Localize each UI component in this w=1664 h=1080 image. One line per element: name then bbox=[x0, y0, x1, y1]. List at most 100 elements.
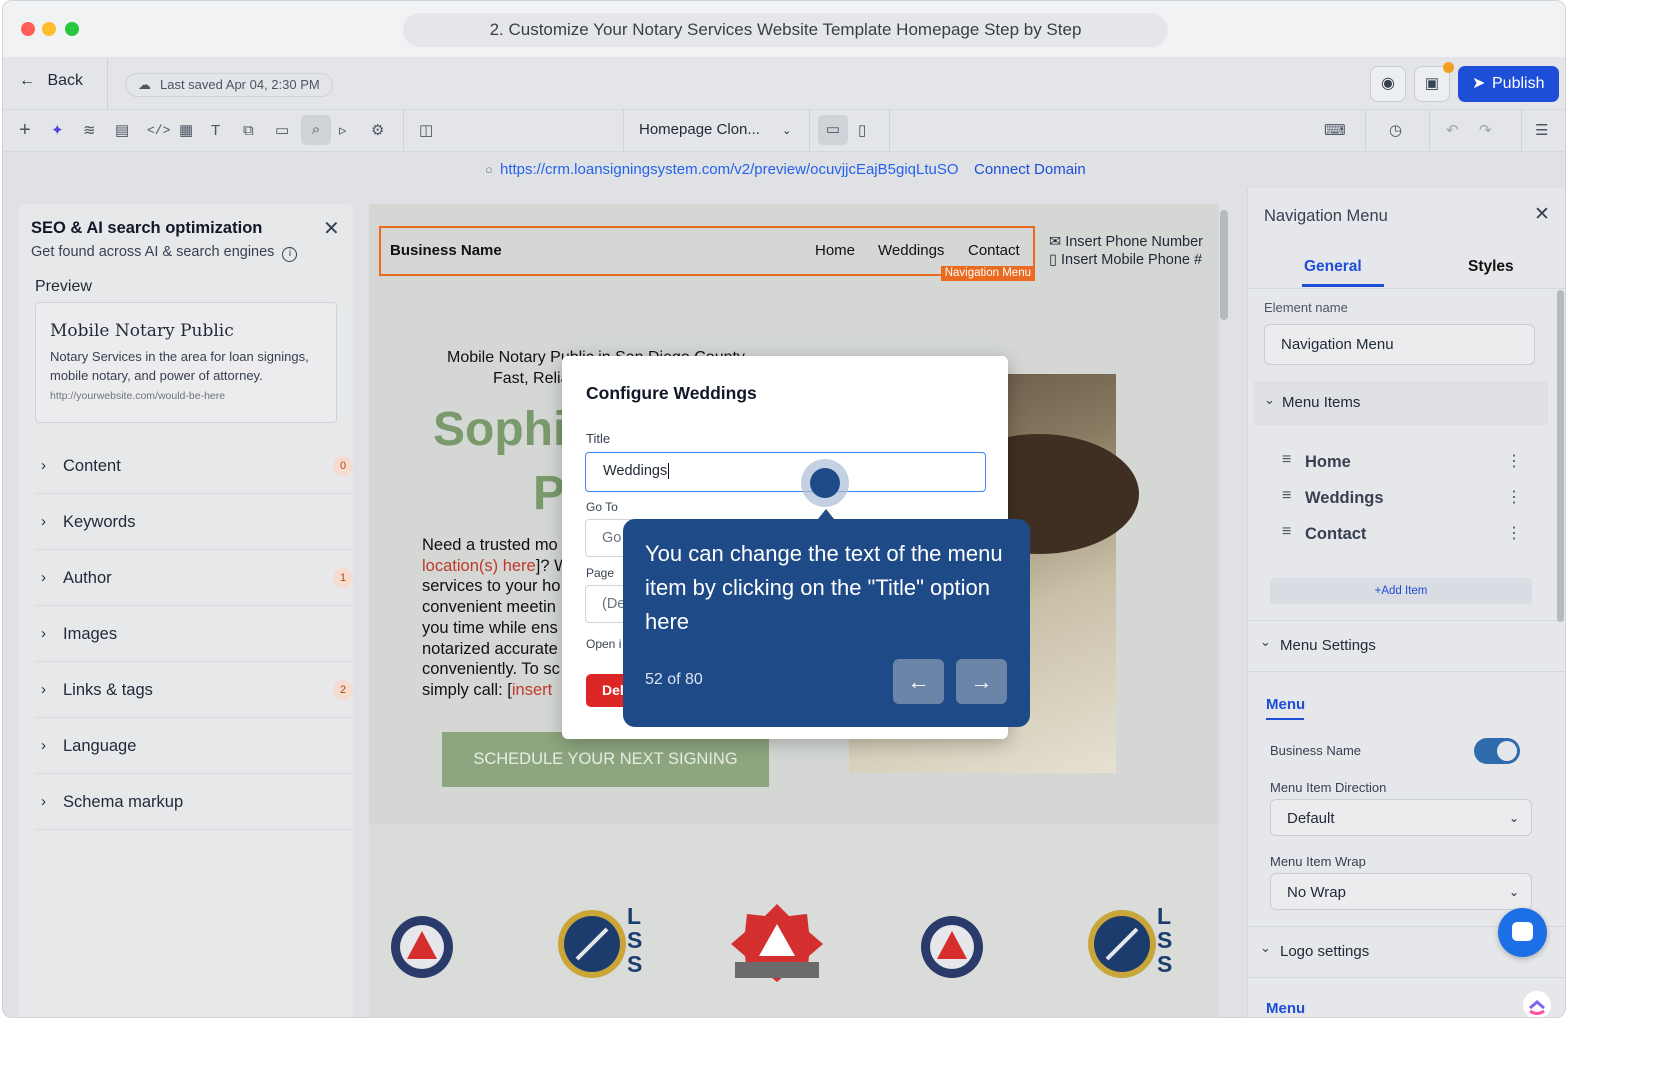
divider bbox=[107, 58, 108, 110]
menu-settings-header[interactable]: ⌄ Menu Settings bbox=[1248, 620, 1565, 672]
chat-button[interactable] bbox=[1498, 908, 1547, 957]
cloud-off-icon: ☁ bbox=[138, 77, 151, 92]
menu-items-label: Menu Items bbox=[1282, 394, 1361, 411]
previous-step-button[interactable]: ← bbox=[893, 659, 944, 704]
preview-button[interactable]: ◉ bbox=[1370, 66, 1406, 102]
paint-icon[interactable]: ▦ bbox=[179, 122, 193, 140]
publish-button[interactable]: ➤ Publish bbox=[1458, 66, 1559, 102]
section-badge: 2 bbox=[333, 680, 353, 700]
divider bbox=[1429, 110, 1430, 152]
drag-handle-icon[interactable]: ≡ bbox=[1282, 487, 1291, 505]
nav-link-contact[interactable]: Contact bbox=[968, 242, 1020, 259]
direction-select[interactable]: Default ⌄ bbox=[1270, 799, 1532, 836]
undo-icon[interactable]: ↶ bbox=[1446, 122, 1459, 140]
browser-window: 2. Customize Your Notary Services Websit… bbox=[2, 0, 1566, 1018]
tab-styles[interactable]: Styles bbox=[1468, 258, 1514, 276]
menu-item-home[interactable]: ≡ Home ⋮ bbox=[1248, 451, 1548, 475]
section-label: Content bbox=[63, 457, 121, 475]
goto-label: Go To bbox=[586, 500, 618, 514]
more-options-icon[interactable]: ⋮ bbox=[1506, 451, 1522, 471]
page-select[interactable]: Homepage Clon... ⌄ bbox=[639, 121, 791, 138]
seo-section-images[interactable]: › Images bbox=[35, 606, 353, 662]
wrap-select[interactable]: No Wrap ⌄ bbox=[1270, 873, 1532, 910]
chevron-right-icon: › bbox=[41, 681, 46, 698]
eye-icon: ◉ bbox=[1381, 75, 1395, 92]
next-step-button[interactable]: → bbox=[956, 659, 1007, 704]
tab-general[interactable]: General bbox=[1304, 258, 1362, 276]
navigation-menu-element[interactable]: Business Name Home Weddings Contact Navi… bbox=[379, 226, 1035, 281]
seo-section-content[interactable]: › Content 0 bbox=[35, 438, 353, 494]
schedule-cta-button[interactable]: SCHEDULE YOUR NEXT SIGNING bbox=[442, 732, 769, 787]
maximize-window-button[interactable] bbox=[65, 22, 79, 36]
mobile-view-icon[interactable]: ▯ bbox=[858, 122, 866, 140]
modal-title: Configure Weddings bbox=[586, 383, 757, 403]
chevron-right-icon: › bbox=[41, 625, 46, 642]
add-item-button[interactable]: +Add Item bbox=[1270, 578, 1532, 604]
seo-section-links-tags[interactable]: › Links & tags 2 bbox=[35, 662, 353, 718]
more-options-icon[interactable]: ⋮ bbox=[1506, 523, 1522, 543]
preview-description: Notary Services in the area for loan sig… bbox=[50, 349, 309, 383]
pages-icon[interactable]: ▤ bbox=[115, 122, 129, 140]
ai-sparkle-icon[interactable]: ✦ bbox=[51, 122, 64, 140]
chevron-right-icon: › bbox=[41, 569, 46, 586]
panel-scrollbar[interactable] bbox=[1557, 290, 1564, 622]
section-label: Schema markup bbox=[63, 793, 184, 811]
shapes-icon[interactable]: ⧉ bbox=[243, 122, 254, 140]
close-icon[interactable]: ✕ bbox=[1534, 203, 1550, 226]
section-badge: 0 bbox=[333, 456, 353, 476]
media-icon[interactable]: ▭ bbox=[275, 122, 289, 140]
close-icon[interactable]: ✕ bbox=[323, 216, 340, 241]
terminal-icon[interactable]: ▹ bbox=[339, 122, 347, 140]
divider bbox=[1248, 288, 1565, 289]
history-icon[interactable]: ◷ bbox=[1389, 122, 1402, 140]
layers-icon[interactable]: ≋ bbox=[83, 122, 96, 140]
preview-url: http://yourwebsite.com/would-be-here bbox=[50, 390, 226, 402]
mobile-text: Insert Mobile Phone # bbox=[1061, 252, 1203, 268]
phone-text: Insert Phone Number bbox=[1065, 234, 1204, 250]
seo-icon[interactable]: ⌕ bbox=[301, 115, 331, 145]
preview-url-link[interactable]: https://crm.loansigningsystem.com/v2/pre… bbox=[500, 152, 959, 188]
minimize-window-button[interactable] bbox=[42, 22, 56, 36]
text-icon[interactable]: T bbox=[211, 122, 220, 140]
info-icon[interactable]: i bbox=[282, 247, 298, 262]
back-button[interactable]: ← Back bbox=[19, 72, 83, 90]
canvas-scrollbar[interactable] bbox=[1220, 210, 1228, 320]
add-element-icon[interactable]: + bbox=[19, 120, 31, 140]
title-input[interactable]: Weddings bbox=[585, 452, 986, 492]
menu-item-weddings[interactable]: ≡ Weddings ⋮ bbox=[1248, 487, 1548, 511]
nav-link-home[interactable]: Home bbox=[815, 242, 855, 259]
keyboard-icon[interactable]: ⌨ bbox=[1324, 122, 1346, 140]
seo-section-schema-markup[interactable]: › Schema markup bbox=[35, 774, 353, 830]
connect-domain-link[interactable]: Connect Domain bbox=[974, 152, 1086, 188]
seo-subtitle: Get found across AI & search engines i bbox=[31, 244, 298, 262]
arrow-left-icon: ← bbox=[907, 669, 930, 694]
business-name-toggle[interactable] bbox=[1474, 738, 1520, 764]
menu-items-header[interactable]: ⌄ Menu Items bbox=[1254, 381, 1548, 425]
drag-handle-icon[interactable]: ≡ bbox=[1282, 523, 1291, 541]
seo-section-author[interactable]: › Author 1 bbox=[35, 550, 353, 606]
body-line: convenient meetin bbox=[422, 598, 556, 617]
seo-section-language[interactable]: › Language bbox=[35, 718, 353, 774]
lss-letter: S bbox=[627, 951, 643, 977]
close-window-button[interactable] bbox=[21, 22, 35, 36]
tab-menu-logo[interactable]: Menu bbox=[1266, 1000, 1305, 1017]
preview-title: Mobile Notary Public bbox=[50, 321, 234, 341]
redo-icon[interactable]: ↷ bbox=[1479, 122, 1492, 140]
split-view-icon[interactable]: ◫ bbox=[419, 122, 433, 140]
element-name-input[interactable]: Navigation Menu bbox=[1264, 324, 1535, 365]
publish-label: Publish bbox=[1492, 75, 1545, 92]
menu-item-contact[interactable]: ≡ Contact ⋮ bbox=[1248, 523, 1548, 547]
chevron-down-icon: ⌄ bbox=[782, 125, 792, 137]
settings-icon[interactable]: ⚙ bbox=[371, 122, 384, 140]
tab-menu[interactable]: Menu bbox=[1266, 696, 1305, 713]
section-label: Images bbox=[63, 625, 118, 643]
more-options-icon[interactable]: ⋮ bbox=[1506, 487, 1522, 507]
clickup-logo[interactable] bbox=[1522, 990, 1552, 1017]
desktop-view-icon[interactable]: ▭ bbox=[818, 115, 848, 145]
nav-link-weddings[interactable]: Weddings bbox=[878, 242, 944, 259]
drag-handle-icon[interactable]: ≡ bbox=[1282, 451, 1291, 469]
code-icon[interactable]: </> bbox=[147, 122, 170, 140]
divider bbox=[889, 110, 890, 152]
sliders-icon[interactable]: ☰ bbox=[1535, 122, 1548, 140]
seo-section-keywords[interactable]: › Keywords bbox=[35, 494, 353, 550]
